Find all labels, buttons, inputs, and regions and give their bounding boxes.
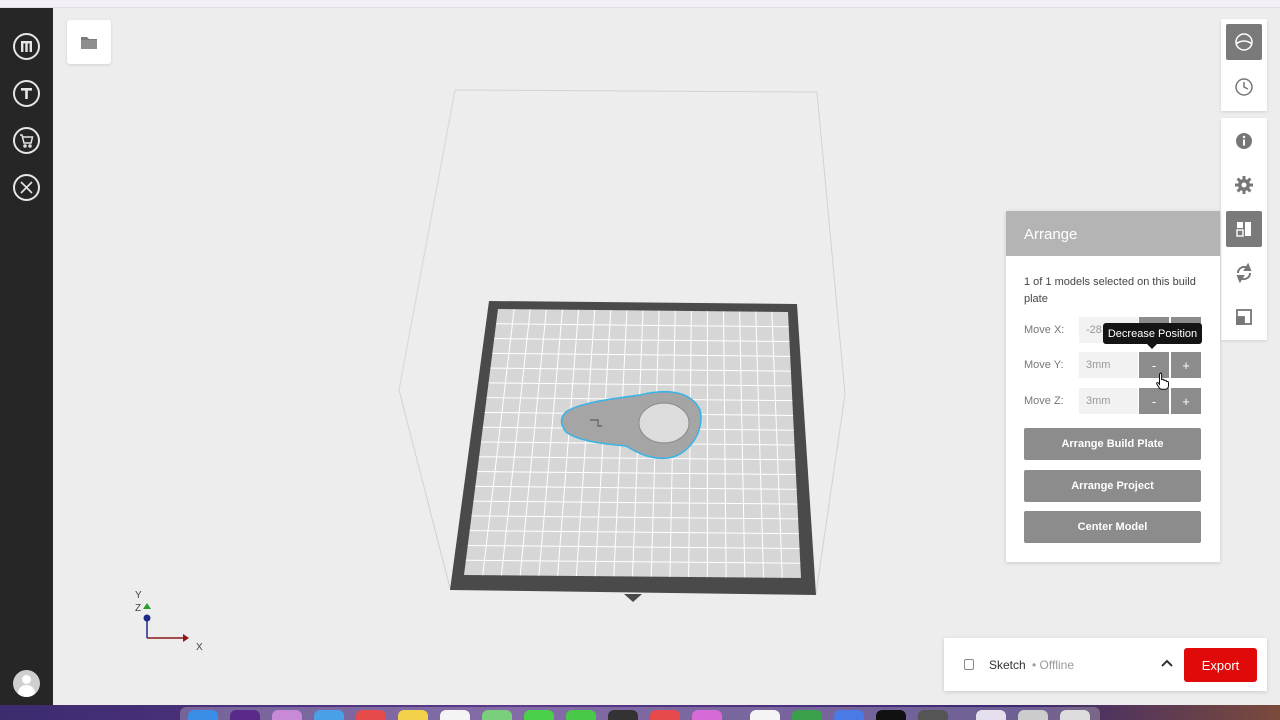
dock xyxy=(180,707,1100,720)
dock-app-appstore-icon[interactable] xyxy=(834,710,864,720)
folder-icon xyxy=(81,36,97,49)
settings-gear-icon[interactable] xyxy=(1226,167,1262,203)
view-sphere-icon[interactable] xyxy=(1226,24,1262,60)
dock-app-icon[interactable] xyxy=(272,710,302,720)
dock-app-icon[interactable] xyxy=(230,710,260,720)
store-cart-icon[interactable] xyxy=(13,127,40,154)
dock-app-podcasts-icon[interactable] xyxy=(692,710,722,720)
dock-app-news-icon[interactable] xyxy=(650,710,680,720)
dock-app-notes-icon[interactable] xyxy=(398,710,428,720)
axis-label-y: Y xyxy=(135,590,142,601)
dock-app-icon[interactable] xyxy=(976,710,1006,720)
move-z-label: Move Z: xyxy=(1024,395,1064,407)
front-indicator xyxy=(624,594,642,602)
move-z-input[interactable] xyxy=(1079,388,1138,414)
center-model-button[interactable]: Center Model xyxy=(1024,511,1201,543)
arrange-build-plate-button[interactable]: Arrange Build Plate xyxy=(1024,428,1201,460)
dock-trash-icon[interactable] xyxy=(1060,710,1090,720)
move-y-label: Move Y: xyxy=(1024,359,1064,371)
printer-status: • Offline xyxy=(1032,658,1074,672)
rotate-icon[interactable] xyxy=(1226,255,1262,291)
left-sidebar xyxy=(0,8,53,705)
view-toolbar xyxy=(1221,19,1267,111)
panel-title: Arrange xyxy=(1006,211,1220,256)
dock-app-maps-icon[interactable] xyxy=(482,710,512,720)
top-window-strip xyxy=(0,0,1280,8)
dock-app-finder-icon[interactable] xyxy=(188,710,218,720)
printer-icon xyxy=(964,659,974,670)
arrange-project-button[interactable]: Arrange Project xyxy=(1024,470,1201,502)
dock-app-icon[interactable] xyxy=(356,710,386,720)
arrange-panel: Arrange 1 of 1 models selected on this b… xyxy=(1006,211,1220,562)
printer-name[interactable]: Sketch xyxy=(989,658,1026,672)
view-history-icon[interactable] xyxy=(1226,69,1262,105)
move-z-decrease-button[interactable]: - xyxy=(1139,388,1169,414)
move-z-row: Move Z: - + xyxy=(1024,388,1202,414)
dock-app-icon[interactable] xyxy=(1018,710,1048,720)
move-y-increase-button[interactable]: + xyxy=(1171,352,1201,378)
selection-description: 1 of 1 models selected on this build pla… xyxy=(1024,276,1196,305)
move-z-increase-button[interactable]: + xyxy=(1171,388,1201,414)
dock-app-makerbot-icon[interactable] xyxy=(876,710,906,720)
axis-gizmo xyxy=(143,603,189,642)
dock-app-icon[interactable] xyxy=(918,710,948,720)
move-x-label: Move X: xyxy=(1024,324,1065,336)
decrease-position-tooltip: Decrease Position xyxy=(1103,323,1202,344)
tooltip-arrow xyxy=(1147,344,1157,349)
open-files-button[interactable] xyxy=(67,20,111,64)
utilities-tools-icon[interactable] xyxy=(13,174,40,201)
user-avatar[interactable] xyxy=(13,670,40,697)
dock-app-icon[interactable] xyxy=(750,710,780,720)
axis-label-z: Z xyxy=(135,603,142,614)
dock-app-numbers-icon[interactable] xyxy=(792,710,822,720)
axis-label-x: X xyxy=(196,642,203,653)
arrange-icon[interactable] xyxy=(1226,211,1262,247)
info-icon[interactable] xyxy=(1226,123,1262,159)
chevron-up-icon[interactable] xyxy=(1160,657,1174,671)
export-button[interactable]: Export xyxy=(1184,648,1257,682)
thingiverse-icon[interactable] xyxy=(13,80,40,107)
dock-app-icon[interactable] xyxy=(440,710,470,720)
dock-app-facetime-icon[interactable] xyxy=(566,710,596,720)
makerbot-logo-icon[interactable] xyxy=(13,33,40,60)
dock-app-safari-icon[interactable] xyxy=(314,710,344,720)
hand-cursor-icon xyxy=(1156,372,1169,390)
dock-app-icon[interactable] xyxy=(608,710,638,720)
move-y-row: Move Y: - + xyxy=(1024,352,1202,378)
dock-app-messages-icon[interactable] xyxy=(524,710,554,720)
scale-icon[interactable] xyxy=(1226,299,1262,335)
move-y-input[interactable] xyxy=(1079,352,1138,378)
printer-export-bar: Sketch • Offline Export xyxy=(944,638,1267,691)
tools-toolbar xyxy=(1221,118,1267,340)
